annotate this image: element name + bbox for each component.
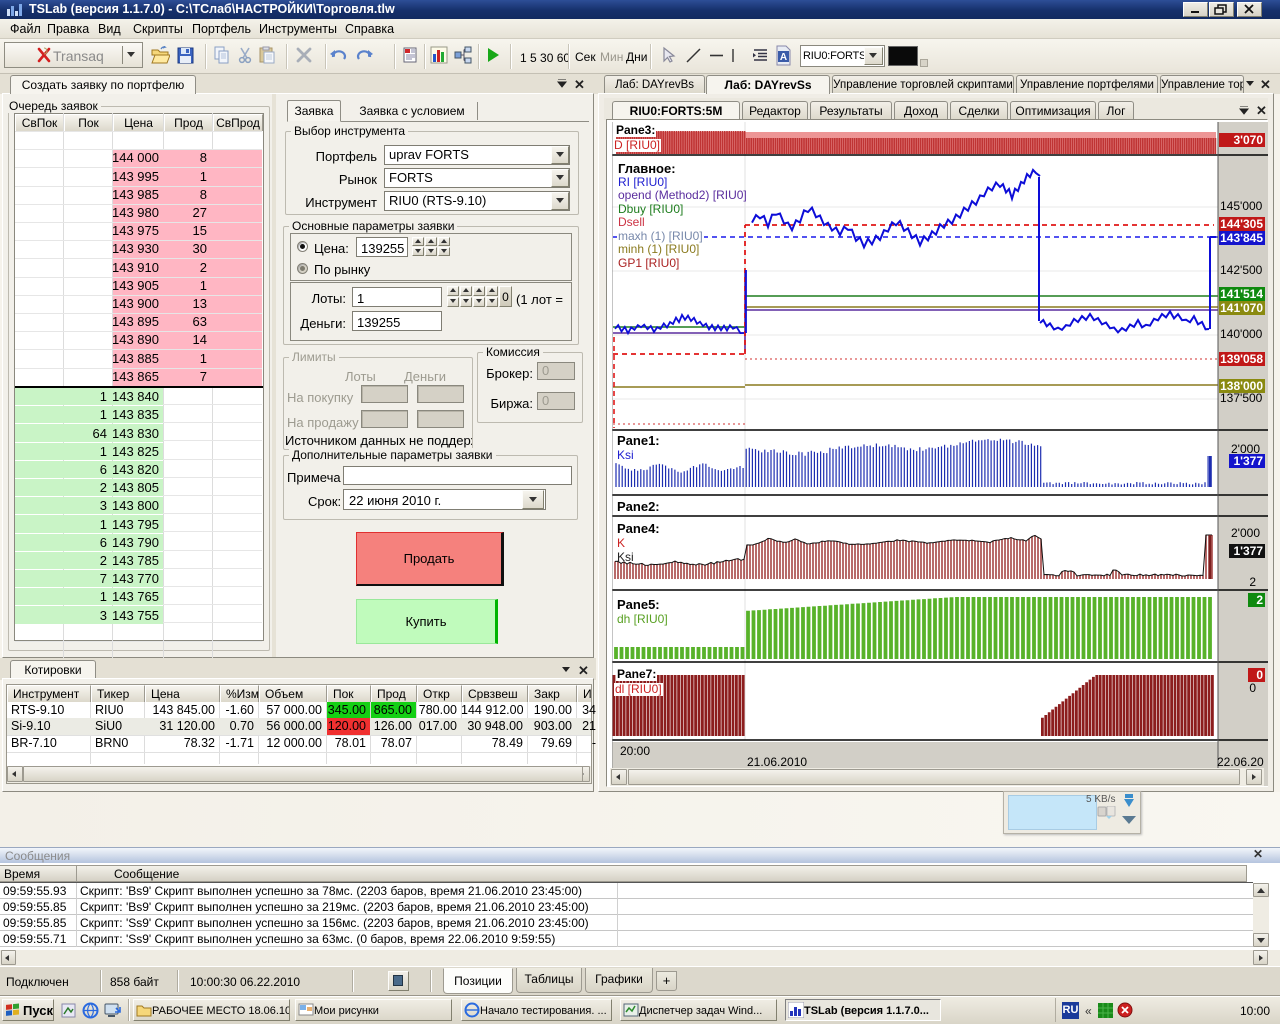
svg-text:A: A xyxy=(780,52,787,63)
